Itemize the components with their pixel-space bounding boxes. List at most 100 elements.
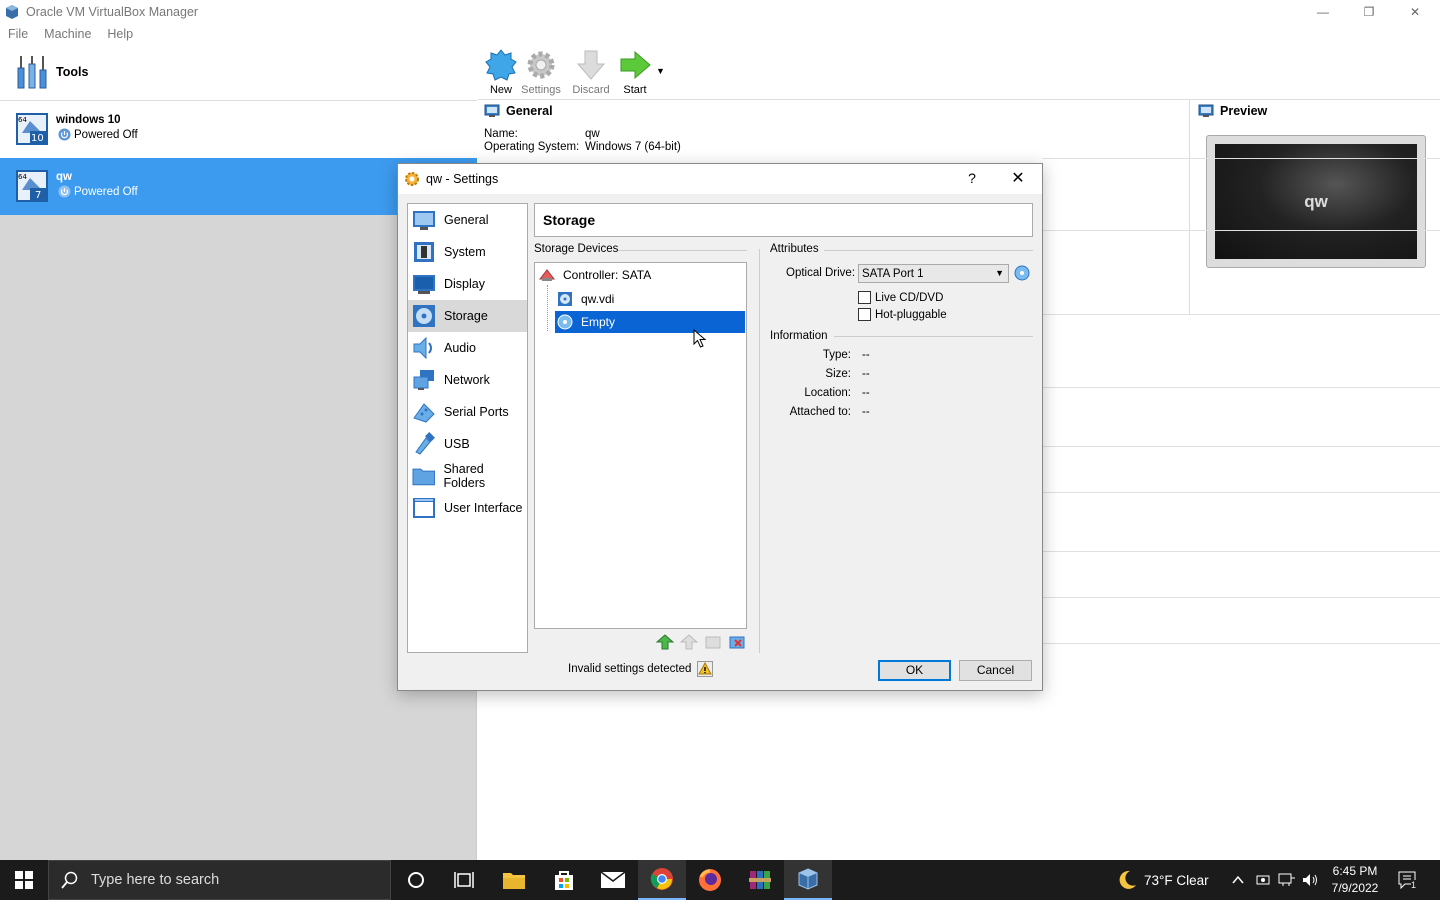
vm-item-windows-10[interactable]: 64 10 windows 10 Powered Off	[0, 101, 477, 158]
volume-tray[interactable]	[1302, 860, 1318, 900]
choose-disk-icon[interactable]	[1013, 264, 1031, 282]
network-tray[interactable]	[1278, 860, 1296, 900]
add-attachment-icon[interactable]	[656, 634, 674, 650]
optical-disc-icon	[557, 314, 573, 330]
category-label: Storage	[444, 309, 488, 323]
start-dropdown-icon[interactable]: ▼	[656, 66, 665, 76]
hard-disk-icon	[558, 292, 572, 306]
menu-file[interactable]: File	[8, 27, 28, 41]
window-title: Oracle VM VirtualBox Manager	[26, 5, 199, 19]
gear-icon	[527, 51, 555, 79]
meet-now-tray[interactable]	[1256, 860, 1270, 900]
tools-item[interactable]: Tools	[0, 44, 477, 101]
dialog-close-button[interactable]: ✕	[1006, 168, 1030, 188]
archive-books-icon	[749, 871, 771, 889]
taskbar-search-box[interactable]: Type here to search	[48, 860, 391, 900]
help-button[interactable]: ?	[960, 170, 984, 186]
show-hidden-icons[interactable]	[1232, 860, 1244, 900]
category-audio[interactable]: Audio	[408, 332, 527, 364]
warning-icon[interactable]	[697, 661, 714, 677]
window-titlebar: Oracle VM VirtualBox Manager — ❐ ✕	[0, 0, 1440, 24]
checkbox-box[interactable]	[858, 291, 871, 304]
weather-widget[interactable]: 73°F Clear	[1116, 860, 1209, 900]
add-controller-icon[interactable]	[704, 634, 722, 650]
invalid-settings-indicator: Invalid settings detected	[568, 661, 714, 677]
category-label: Display	[444, 277, 485, 291]
start-arrow-icon	[620, 50, 651, 80]
group-rule	[618, 250, 747, 251]
speaker-icon	[1303, 874, 1317, 886]
controller-icon	[539, 269, 555, 281]
ok-button[interactable]: OK	[878, 660, 951, 681]
optical-drive-select[interactable]: SATA Port 1 ▼	[858, 264, 1009, 283]
disk-qw-vdi-node[interactable]: qw.vdi	[557, 288, 744, 310]
category-network[interactable]: Network	[408, 364, 527, 396]
divider	[1042, 387, 1440, 388]
file-explorer-app[interactable]	[490, 860, 538, 900]
firefox-app[interactable]	[686, 860, 734, 900]
serial-ports-icon	[413, 403, 435, 423]
tools-label: Tools	[56, 65, 89, 79]
start-label: Start	[623, 84, 647, 96]
category-label: Shared Folders	[443, 462, 486, 490]
live-cd-checkbox[interactable]: Live CD/DVD	[858, 291, 943, 304]
clock[interactable]: 6:45 PM 7/9/2022	[1322, 863, 1388, 897]
optical-empty-node[interactable]: Empty	[555, 311, 745, 333]
cortana-button[interactable]	[392, 860, 440, 900]
moon-icon	[1119, 870, 1136, 889]
category-storage[interactable]: Storage	[408, 300, 527, 332]
close-button[interactable]: ✕	[1392, 0, 1438, 24]
os-value: Windows 7 (64-bit)	[585, 141, 681, 153]
task-view-icon	[454, 872, 474, 888]
category-display[interactable]: Display	[408, 268, 527, 300]
divider	[1042, 551, 1440, 552]
optical-drive-label: Optical Drive:	[786, 267, 856, 279]
checkbox-box[interactable]	[858, 308, 871, 321]
menu-help[interactable]: Help	[107, 27, 133, 41]
chevron-down-icon: ▼	[995, 268, 1004, 278]
preview-section-header: Preview	[1198, 104, 1267, 118]
start-button[interactable]	[0, 860, 48, 900]
vm-name: qw	[56, 171, 72, 183]
chrome-app[interactable]	[638, 860, 686, 900]
discard-button[interactable]: Discard	[568, 48, 614, 100]
store-bag-icon	[555, 871, 573, 890]
settings-gear-icon	[405, 172, 419, 186]
notification-center[interactable]: 1	[1398, 860, 1423, 900]
discard-label: Discard	[572, 84, 610, 96]
audio-icon	[413, 336, 432, 360]
category-usb[interactable]: USB	[408, 428, 527, 460]
category-user-interface[interactable]: User Interface	[408, 492, 527, 524]
windows-vm-icon: 64 10	[16, 113, 48, 145]
hot-pluggable-checkbox[interactable]: Hot-pluggable	[858, 308, 947, 321]
store-app[interactable]	[540, 860, 588, 900]
menu-machine[interactable]: Machine	[44, 27, 91, 41]
mail-icon	[600, 871, 626, 888]
monitor-icon	[484, 104, 500, 117]
settings-label: Settings	[521, 84, 561, 96]
optical-label: Empty	[581, 315, 616, 329]
restore-button[interactable]: ❐	[1346, 0, 1392, 24]
cancel-button[interactable]: Cancel	[959, 660, 1032, 681]
mail-app[interactable]	[589, 860, 637, 900]
category-system[interactable]: System	[408, 236, 527, 268]
remove-controller-icon[interactable]	[728, 634, 746, 650]
category-serial-ports[interactable]: Serial Ports	[408, 396, 527, 428]
minimize-button[interactable]: —	[1300, 0, 1346, 24]
winrar-app[interactable]	[736, 860, 784, 900]
task-view-button[interactable]	[440, 860, 488, 900]
category-shared-folders[interactable]: Shared Folders	[408, 460, 527, 492]
virtualbox-app[interactable]	[784, 860, 832, 900]
general-section-body: Name: qw Operating System: Windows 7 (64-b…	[484, 128, 681, 154]
weather-text: 73°F Clear	[1144, 872, 1209, 888]
info-size-value: --	[862, 368, 870, 380]
category-general[interactable]: General	[408, 204, 527, 236]
remove-attachment-icon[interactable]	[680, 634, 698, 650]
start-button[interactable]: Start	[612, 48, 658, 100]
controller-sata-node[interactable]: Controller: SATA	[539, 264, 744, 286]
controller-label: Controller: SATA	[563, 268, 652, 282]
storage-tree[interactable]: Controller: SATA qw.vdi Empty	[534, 262, 747, 629]
settings-button[interactable]: Settings	[518, 48, 564, 100]
svg-text:64: 64	[18, 173, 27, 181]
display-icon	[413, 275, 435, 294]
